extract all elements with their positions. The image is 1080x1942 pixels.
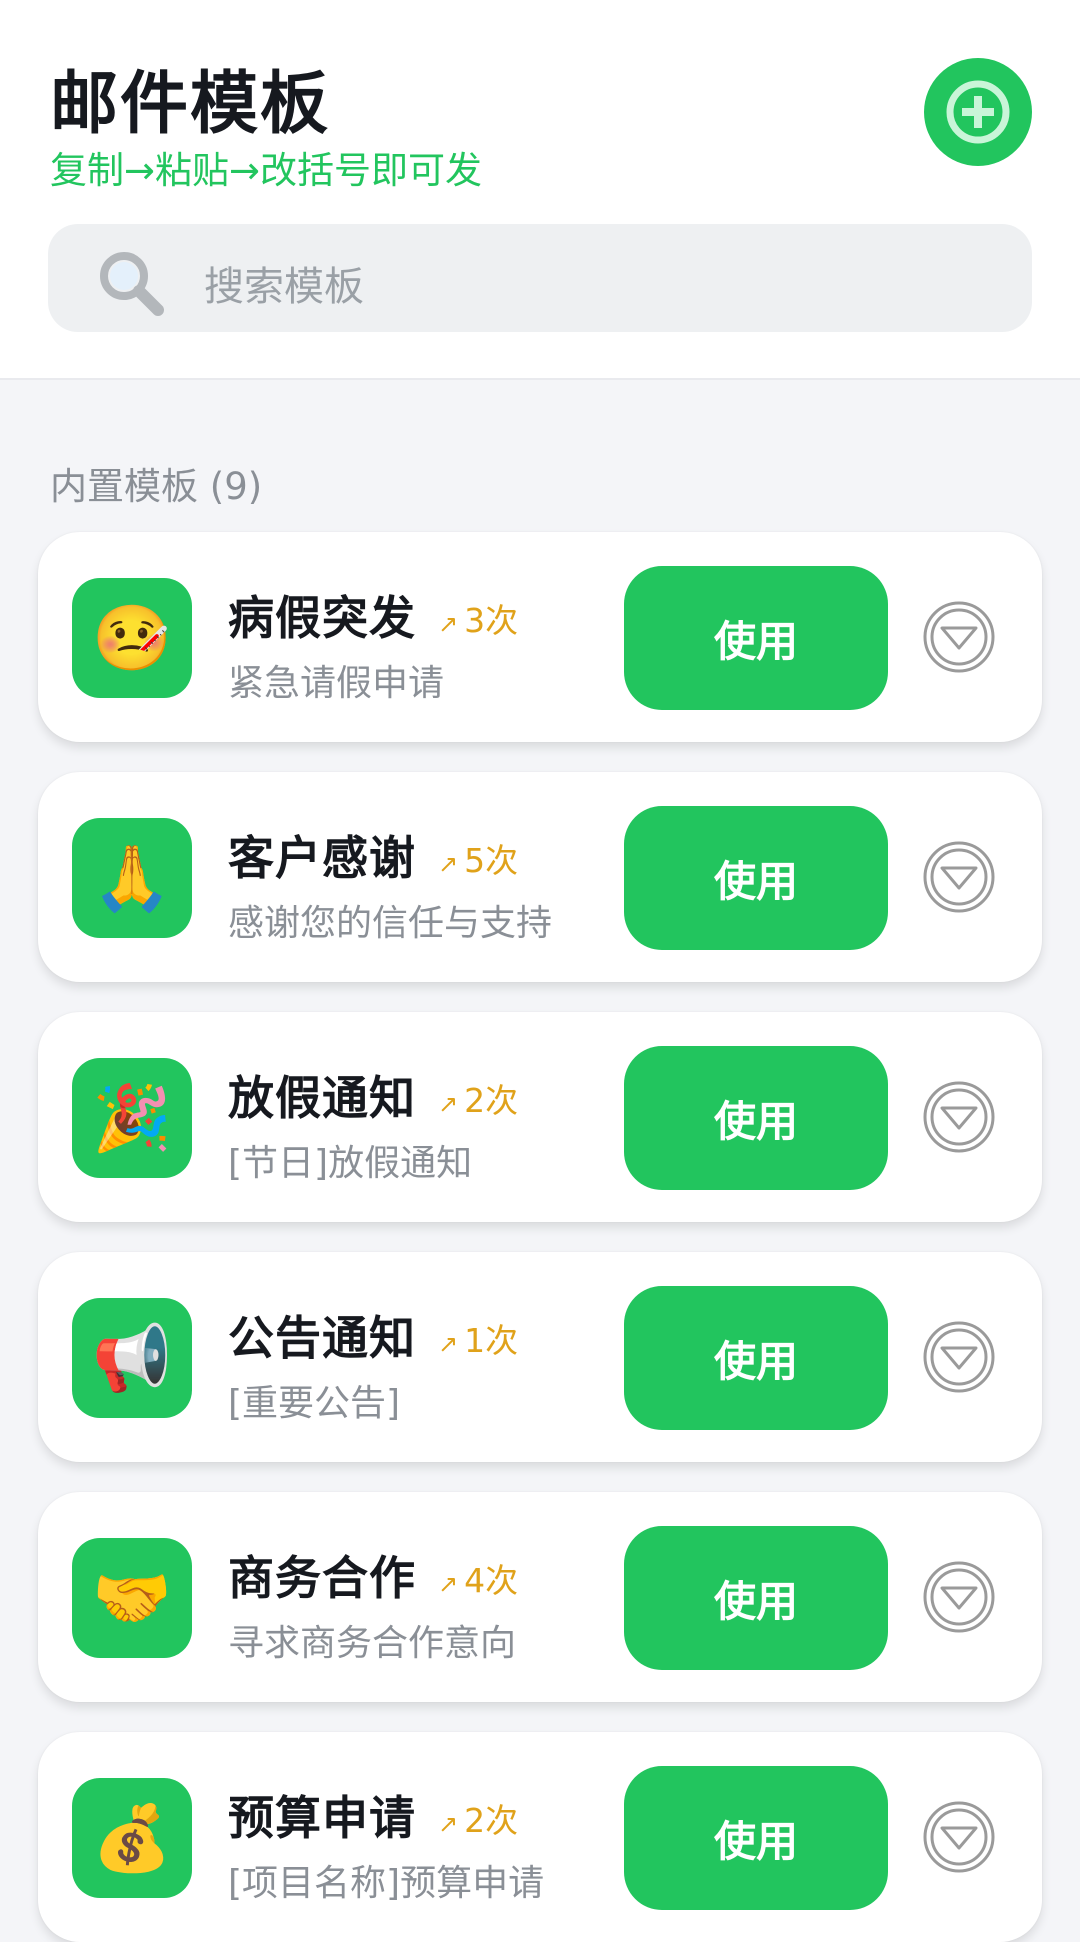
usage-count-label: 2次	[464, 1081, 519, 1120]
template-title: 公告通知	[228, 1311, 416, 1365]
template-card[interactable]: 🎉 放假通知 ↗ 2次 [节日]放假通知 使用	[38, 1012, 1042, 1222]
usage-count-label: 2次	[464, 1801, 519, 1840]
page-title: 邮件模板	[50, 65, 331, 144]
trend-arrow-icon: ↗	[438, 1570, 459, 1598]
folded-hands-icon: 🙏	[72, 818, 192, 938]
usage-count: ↗ 2次	[438, 1794, 518, 1842]
template-title: 放假通知	[228, 1071, 416, 1125]
template-description: [重要公告]	[228, 1383, 401, 1424]
usage-count-label: 5次	[464, 841, 519, 880]
template-title: 病假突发	[228, 591, 416, 645]
expand-chevron-icon[interactable]	[922, 1800, 996, 1874]
template-card[interactable]: 🤒 病假突发 ↗ 3次 紧急请假申请 使用	[38, 532, 1042, 742]
use-template-button[interactable]: 使用	[624, 1526, 888, 1670]
party-popper-icon: 🎉	[72, 1058, 192, 1178]
template-card[interactable]: 🙏 客户感谢 ↗ 5次感谢您的信任与支持 使用	[38, 772, 1042, 982]
template-title: 客户感谢	[228, 831, 416, 885]
usage-count-label: 3次	[464, 601, 519, 640]
plus-circle-icon	[946, 80, 1010, 144]
trend-arrow-icon: ↗	[438, 850, 459, 878]
expand-chevron-icon[interactable]	[922, 840, 996, 914]
use-template-button[interactable]: 使用	[624, 806, 888, 950]
search-placeholder: 搜索模板	[204, 264, 364, 310]
use-template-button[interactable]: 使用	[624, 566, 888, 710]
use-template-button[interactable]: 使用	[624, 1766, 888, 1910]
add-template-button[interactable]	[924, 58, 1032, 166]
template-card[interactable]: 📢 公告通知 ↗ 1次 [重要公告] 使用	[38, 1252, 1042, 1462]
template-title: 商务合作	[228, 1551, 416, 1605]
page-subtitle: 复制→粘贴→改括号即可发	[50, 149, 483, 192]
template-description: 感谢您的信任与支持	[228, 903, 553, 944]
usage-count-label: 1次	[464, 1321, 519, 1360]
usage-count: ↗ 2次	[438, 1074, 518, 1122]
handshake-icon: 🤝	[72, 1538, 192, 1658]
megaphone-icon: 📢	[72, 1298, 192, 1418]
trend-arrow-icon: ↗	[438, 1330, 459, 1358]
usage-count: ↗ 5次	[438, 834, 518, 882]
usage-count: ↗ 1次	[438, 1314, 518, 1362]
use-template-button[interactable]: 使用	[624, 1046, 888, 1190]
trend-arrow-icon: ↗	[438, 1810, 459, 1838]
trend-arrow-icon: ↗	[438, 1090, 459, 1118]
template-description: [项目名称]预算申请	[228, 1863, 545, 1904]
template-description: 紧急请假申请	[228, 663, 445, 704]
template-card[interactable]: 🤝 商务合作 ↗ 4次寻求商务合作意向 使用	[38, 1492, 1042, 1702]
template-description: 寻求商务合作意向	[228, 1623, 517, 1664]
trend-arrow-icon: ↗	[438, 610, 459, 638]
search-icon	[100, 252, 164, 316]
use-template-button[interactable]: 使用	[624, 1286, 888, 1430]
template-description: [节日]放假通知	[228, 1143, 473, 1184]
usage-count-label: 4次	[464, 1561, 519, 1600]
expand-chevron-icon[interactable]	[922, 1080, 996, 1154]
template-card[interactable]: 💰 预算申请 ↗ 2次 [项目名称]预算申请 使用	[38, 1732, 1042, 1942]
money-bag-icon: 💰	[72, 1778, 192, 1898]
expand-chevron-icon[interactable]	[922, 600, 996, 674]
expand-chevron-icon[interactable]	[922, 1320, 996, 1394]
template-title: 预算申请	[228, 1791, 416, 1845]
section-label-builtin: 内置模板 (9)	[50, 465, 263, 508]
search-input[interactable]: 搜索模板	[48, 224, 1032, 332]
face-with-thermometer-icon: 🤒	[72, 578, 192, 698]
usage-count: ↗ 3次	[438, 594, 518, 642]
page-header: 邮件模板 复制→粘贴→改括号即可发 搜索模板	[0, 0, 1080, 380]
expand-chevron-icon[interactable]	[922, 1560, 996, 1634]
usage-count: ↗ 4次	[438, 1554, 518, 1602]
